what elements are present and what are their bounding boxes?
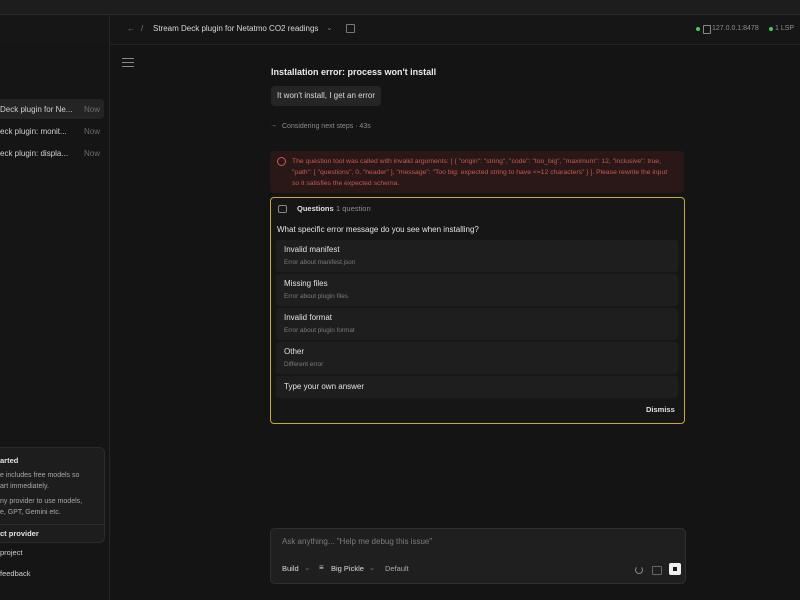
session-item[interactable]: eck plugin: displa... Now: [0, 143, 104, 163]
thinking-status[interactable]: Considering next steps · 43s: [282, 123, 371, 130]
questions-count: 1 question: [336, 204, 371, 213]
custom-answer-input[interactable]: Type your own answer: [276, 376, 678, 398]
stop-button[interactable]: [669, 563, 681, 575]
answer-option-description: Different error: [284, 361, 324, 368]
get-started-text: art immediately.: [0, 483, 49, 490]
loading-spinner-icon: [635, 566, 643, 574]
question-prompt: What specific error message do you see w…: [277, 225, 479, 234]
custom-answer-label: Type your own answer: [284, 382, 365, 391]
session-item[interactable]: eck plugin: monit... Now: [0, 121, 104, 141]
server-address[interactable]: 127.0.0.1:8478: [712, 25, 759, 32]
answer-option[interactable]: Invalid manifest Error about manifest.js…: [276, 240, 678, 272]
answer-option-description: Error about plugin files: [284, 293, 348, 300]
mode-selector[interactable]: Build: [282, 564, 299, 573]
answer-option-label: Other: [284, 347, 305, 356]
answer-option-label: Invalid manifest: [284, 245, 340, 254]
thinking-icon: →: [270, 122, 277, 129]
open-project-link[interactable]: project: [0, 548, 23, 557]
chat-bubble-icon: [278, 205, 287, 213]
get-started-text: e, GPT, Gemini etc.: [0, 509, 61, 516]
image-icon[interactable]: [652, 566, 662, 575]
answer-option-description: Error about manifest.json: [284, 259, 356, 266]
answer-option[interactable]: Other Different error: [276, 342, 678, 374]
stop-icon: [673, 567, 677, 571]
answer-option[interactable]: Invalid format Error about plugin format: [276, 308, 678, 340]
chevron-down-icon[interactable]: ⌄: [304, 563, 310, 572]
model-selector[interactable]: Big Pickle: [331, 564, 364, 573]
chevron-down-icon[interactable]: ⌄: [326, 23, 333, 32]
get-started-title: arted: [0, 456, 19, 465]
connect-provider-button[interactable]: ct provider: [0, 524, 104, 542]
error-message: The question tool was called with invali…: [270, 151, 684, 193]
get-started-text: e includes free models so: [0, 472, 80, 479]
breadcrumb-separator: /: [141, 24, 144, 33]
session-item-time: Now: [83, 104, 100, 114]
answer-option-label: Missing files: [284, 279, 328, 288]
questions-label: Questions: [297, 204, 334, 213]
chevron-down-icon[interactable]: ⌄: [369, 563, 375, 572]
answer-option[interactable]: Missing files Error about plugin files: [276, 274, 678, 306]
edit-icon[interactable]: [346, 24, 355, 33]
session-item-title: eck plugin: displa...: [0, 148, 69, 158]
answer-option-label: Invalid format: [284, 313, 333, 322]
server-status-dot: [696, 27, 700, 31]
variant-selector[interactable]: Default: [385, 564, 409, 573]
session-item-title: Deck plugin for Ne...: [0, 104, 73, 114]
lsp-status-dot: [769, 27, 773, 31]
error-icon: [277, 157, 286, 166]
session-title[interactable]: Stream Deck plugin for Netatmo CO2 readi…: [153, 24, 318, 33]
lsp-status[interactable]: 1 LSP: [775, 25, 794, 32]
dismiss-button[interactable]: Dismiss: [646, 405, 675, 414]
menu-icon[interactable]: [122, 58, 134, 67]
user-message: It won't install, I get an error: [271, 86, 382, 106]
error-text: The question tool was called with invali…: [292, 158, 668, 187]
top-bar: ← / Stream Deck plugin for Netatmo CO2 r…: [0, 0, 800, 45]
prompt-input[interactable]: Ask anything... "Help me debug this issu…: [282, 537, 432, 546]
back-arrow-icon[interactable]: ←: [127, 24, 135, 33]
model-logo-icon: ≡: [319, 563, 324, 572]
get-started-card: arted e includes free models so art imme…: [0, 447, 105, 543]
session-item-title: eck plugin: monit...: [0, 126, 67, 136]
get-started-text: ny provider to use models,: [0, 498, 83, 505]
answer-option-description: Error about plugin format: [284, 327, 355, 334]
conversation-heading: Installation error: process won't instal…: [271, 67, 437, 77]
monitor-icon: [703, 25, 711, 34]
session-item-time: Now: [83, 148, 100, 158]
divider: [109, 14, 110, 44]
session-item-time: Now: [83, 126, 100, 136]
window-title-strip: [0, 0, 800, 15]
feedback-link[interactable]: feedback: [0, 569, 30, 578]
session-item[interactable]: Deck plugin for Ne... Now: [0, 99, 104, 119]
